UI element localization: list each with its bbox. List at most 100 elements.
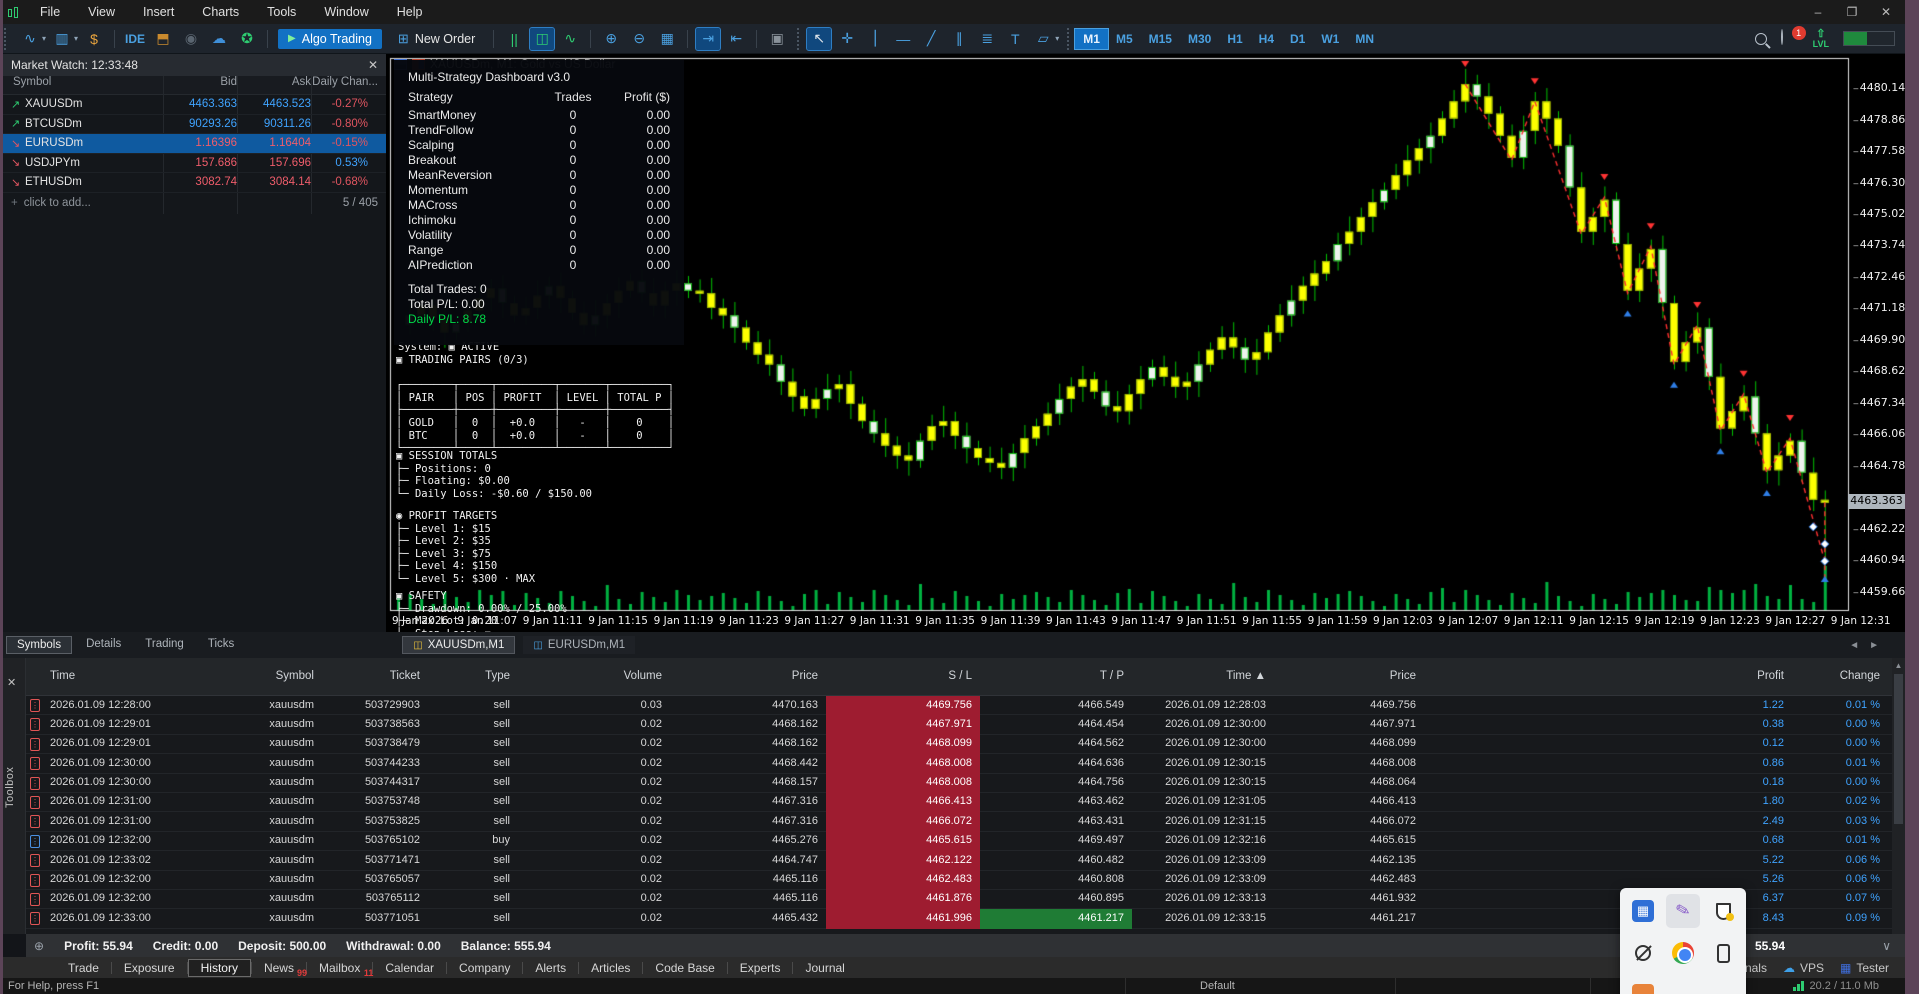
time-axis[interactable]: 9 Jan 20269 Jan 11:079 Jan 11:119 Jan 11…	[386, 612, 1905, 632]
table-row[interactable]: ⋮2026.01.09 12:30:00xauusdm503744317sell…	[26, 774, 1905, 793]
timeframe-h4[interactable]: H4	[1251, 29, 1282, 49]
channel-icon[interactable]: ∥	[947, 28, 971, 50]
market-watch-row[interactable]: ↘EURUSDm1.163961.16404-0.15%	[3, 134, 386, 154]
tab-experts[interactable]: Experts	[728, 960, 793, 976]
menu-file[interactable]: File	[26, 2, 74, 22]
profile-selector[interactable]: Default	[1200, 980, 1235, 992]
collapse-icon[interactable]: ∨	[1882, 939, 1891, 953]
zoom-in-icon[interactable]: ⊕	[599, 28, 623, 50]
hidden-eye-icon[interactable]	[1626, 936, 1660, 970]
column-header-price[interactable]: Price	[670, 670, 826, 682]
table-row[interactable]: ⋮2026.01.09 12:29:01xauusdm503738563sell…	[26, 715, 1905, 734]
table-row[interactable]: ⋮2026.01.09 12:33:02xauusdm503771471sell…	[26, 851, 1905, 870]
tab-exposure[interactable]: Exposure	[112, 960, 187, 976]
restore-button[interactable]: ❐	[1835, 5, 1869, 19]
calculator-app-icon[interactable]: ▦	[1626, 894, 1660, 928]
expand-icon[interactable]: ⊕	[34, 939, 44, 953]
table-row[interactable]: ⋮2026.01.09 12:32:00xauusdm503765057sell…	[26, 871, 1905, 890]
tab-symbols[interactable]: Symbols	[6, 636, 72, 654]
timeframe-m30[interactable]: M30	[1180, 29, 1219, 49]
menu-help[interactable]: Help	[383, 2, 437, 22]
close-icon[interactable]: ✕	[7, 676, 16, 689]
chart-tab-xauusdm-m1[interactable]: ◫XAUUSDm,M1	[402, 636, 515, 654]
zoom-out-icon[interactable]: ⊖	[627, 28, 651, 50]
column-header-ticket[interactable]: Ticket	[322, 670, 428, 682]
office-app-icon[interactable]	[1626, 978, 1660, 994]
tab-history[interactable]: History	[188, 959, 251, 977]
column-header-change[interactable]: Change	[1792, 670, 1888, 682]
timeframe-w1[interactable]: W1	[1313, 29, 1347, 49]
market-watch-header[interactable]: Symbol Bid Ask Daily Chan...	[3, 76, 386, 95]
market-bag-icon[interactable]: ⬒	[151, 28, 175, 50]
market-watch-row[interactable]: ↗XAUUSDm4463.3634463.523-0.27%	[3, 95, 386, 115]
crosshair-icon[interactable]: ✛	[835, 28, 859, 50]
profiles-icon[interactable]: ▥	[50, 28, 74, 50]
menu-charts[interactable]: Charts	[188, 2, 253, 22]
search-icon[interactable]	[1755, 33, 1767, 45]
chrome-browser-icon[interactable]	[1666, 936, 1700, 970]
auto-scroll-icon[interactable]: ⇥	[696, 28, 720, 50]
menu-view[interactable]: View	[74, 2, 129, 22]
timeframe-mn[interactable]: MN	[1347, 29, 1382, 49]
minimize-button[interactable]: –	[1801, 5, 1835, 19]
toolbar-grip[interactable]	[4, 28, 12, 50]
chart-shift-icon[interactable]: ⇤	[724, 28, 748, 50]
table-row[interactable]: ⋮2026.01.09 12:30:00xauusdm503744233sell…	[26, 754, 1905, 773]
broadcast-icon[interactable]: ◉	[179, 28, 203, 50]
column-header-volume[interactable]: Volume	[518, 670, 670, 682]
column-header-type[interactable]: Type	[428, 670, 518, 682]
connection-status[interactable]: 20.2 / 11.0 Mb	[1793, 980, 1879, 992]
tab-trading[interactable]: Trading	[135, 636, 194, 654]
column-header-sl[interactable]: S / L	[826, 670, 980, 682]
dollar-icon[interactable]: $	[82, 28, 106, 50]
market-watch-row[interactable]: ↗BTCUSDm90293.2690311.26-0.80%	[3, 115, 386, 135]
menu-insert[interactable]: Insert	[129, 2, 188, 22]
column-header-close_price[interactable]: Price	[1274, 670, 1424, 682]
tab-scroll-arrows[interactable]: ◄►	[1849, 640, 1879, 651]
price-axis[interactable]: 4480.1404478.8604477.5804476.3004475.020…	[1850, 54, 1905, 612]
scroll-left-icon[interactable]: ◄	[1849, 640, 1859, 651]
tab-ticks[interactable]: Ticks	[198, 636, 244, 654]
table-row[interactable]: ⋮2026.01.09 12:31:00xauusdm503753748sell…	[26, 793, 1905, 812]
community-icon[interactable]: ✪	[235, 28, 259, 50]
timeframe-m1[interactable]: M1	[1075, 29, 1108, 49]
chevron-down-icon[interactable]: ▾	[74, 34, 78, 43]
market-watch-row[interactable]: ↘USDJPYm157.686157.6960.53%	[3, 154, 386, 174]
trendline-icon[interactable]: ╱	[919, 28, 943, 50]
new-order-button[interactable]: ⊞ New Order	[390, 28, 483, 50]
bar-chart-icon[interactable]: ||	[502, 28, 526, 50]
scroll-right-icon[interactable]: ►	[1869, 640, 1879, 651]
close-icon[interactable]: ✕	[368, 58, 378, 72]
tab-mailbox[interactable]: Mailbox11	[307, 960, 372, 976]
tab-trade[interactable]: Trade	[56, 960, 111, 976]
level-icon[interactable]: ⇧LVL	[1813, 29, 1829, 49]
cloud-icon[interactable]: ☁	[207, 28, 231, 50]
timeframe-d1[interactable]: D1	[1282, 29, 1313, 49]
chart-tab-eurusdm-m1[interactable]: ◫EURUSDm,M1	[523, 636, 635, 654]
tab-alerts[interactable]: Alerts	[523, 960, 578, 976]
tab-articles[interactable]: Articles	[579, 960, 642, 976]
metaeditor-quill-icon[interactable]: ✎	[1666, 894, 1700, 928]
cursor-icon[interactable]: ↖	[807, 28, 831, 50]
column-header-symbol[interactable]: Symbol	[210, 670, 322, 682]
timeframe-m5[interactable]: M5	[1108, 29, 1141, 49]
table-row[interactable]: ⋮2026.01.09 12:32:00xauusdm503765102buy0…	[26, 832, 1905, 851]
add-symbol-row[interactable]: + click to add... 5 / 405	[3, 193, 386, 212]
timeframe-h1[interactable]: H1	[1219, 29, 1250, 49]
table-row[interactable]: ⋮2026.01.09 12:29:01xauusdm503738479sell…	[26, 735, 1905, 754]
tab-details[interactable]: Details	[76, 636, 131, 654]
tab-journal[interactable]: Journal	[793, 960, 856, 976]
column-header-close_time[interactable]: Time ▲	[1132, 670, 1274, 682]
horizontal-line-icon[interactable]: ―	[891, 28, 915, 50]
tab-company[interactable]: Company	[447, 960, 522, 976]
tab-news[interactable]: News99	[252, 960, 306, 976]
algo-trading-button[interactable]: ▶ Algo Trading	[278, 29, 382, 49]
market-watch-row[interactable]: ↘ETHUSDm3082.743084.14-0.68%	[3, 173, 386, 193]
ide-button[interactable]: IDE	[123, 28, 147, 50]
history-header[interactable]: TimeSymbolTicketTypeVolumePriceS / LT / …	[26, 658, 1905, 696]
shapes-icon[interactable]: ▱	[1031, 28, 1055, 50]
menu-window[interactable]: Window	[310, 2, 382, 22]
tab-vps[interactable]: ☁VPS	[1783, 961, 1824, 975]
text-tool-icon[interactable]: T	[1003, 28, 1027, 50]
security-shield-icon[interactable]	[1706, 894, 1740, 928]
